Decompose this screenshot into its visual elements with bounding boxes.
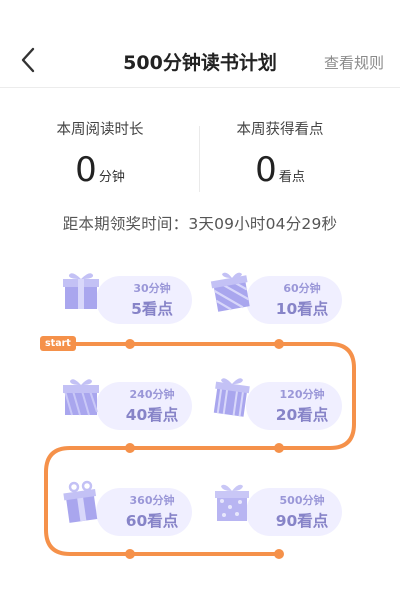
reward-points: 60看点: [125, 512, 179, 530]
reward-minutes: 60分钟: [283, 282, 321, 295]
weekly-points-label: 本周获得看点: [236, 122, 324, 138]
reading-plan-page: 500分钟读书计划 查看规则 本周阅读时长 0 分钟 本周获得看点 0 看点 距…: [0, 0, 400, 600]
weekly-stats: 本周阅读时长 0 分钟 本周获得看点 0 看点: [0, 118, 400, 198]
reward-minutes: 30分钟: [133, 282, 171, 295]
gift-box-icon: [213, 378, 250, 417]
reward-text: 60分钟 10看点: [262, 280, 342, 319]
reward-minutes: 360分钟: [129, 494, 175, 507]
reward-30min[interactable]: 30分钟 5看点: [52, 262, 192, 324]
weekly-reading-label: 本周阅读时长: [56, 122, 144, 138]
reward-240min[interactable]: 240分钟 40看点: [52, 368, 192, 430]
milestone-dot: [125, 549, 135, 559]
milestone-dot: [274, 339, 284, 349]
reward-500min[interactable]: 500分钟 90看点: [202, 474, 342, 536]
reward-minutes: 120分钟: [279, 388, 325, 401]
weekly-reading-time: 本周阅读时长 0 分钟: [0, 118, 200, 187]
reward-points: 10看点: [275, 300, 329, 318]
stats-divider: [199, 126, 200, 192]
reward-text: 240分钟 40看点: [112, 386, 192, 425]
weekly-reading-value-row: 0 分钟: [0, 153, 200, 187]
reward-text: 30分钟 5看点: [112, 280, 192, 319]
reward-text: 360分钟 60看点: [112, 492, 192, 531]
weekly-points-value-row: 0 看点: [180, 153, 380, 187]
reward-points: 90看点: [275, 512, 329, 530]
milestone-dot: [125, 339, 135, 349]
gift-box-icon: [215, 484, 249, 521]
gift-box-icon: [63, 480, 98, 523]
reward-360min[interactable]: 360分钟 60看点: [52, 474, 192, 536]
weekly-points-value: 0: [255, 150, 277, 190]
reward-points: 5看点: [131, 300, 173, 318]
reward-text: 500分钟 90看点: [262, 492, 342, 531]
start-label: start: [40, 336, 76, 351]
reward-points: 20看点: [275, 406, 329, 424]
gift-box-icon: [63, 379, 99, 416]
gift-box-icon: [210, 272, 250, 312]
reward-points: 40看点: [125, 406, 179, 424]
reward-60min[interactable]: 60分钟 10看点: [202, 262, 342, 324]
reward-text: 120分钟 20看点: [262, 386, 342, 425]
weekly-reading-unit: 分钟: [98, 170, 125, 185]
milestone-dot: [274, 549, 284, 559]
reward-minutes: 240分钟: [129, 388, 175, 401]
milestone-dot: [125, 443, 135, 453]
reward-120min[interactable]: 120分钟 20看点: [202, 368, 342, 430]
weekly-points: 本周获得看点 0 看点: [180, 118, 380, 187]
reward-minutes: 500分钟: [279, 494, 325, 507]
header: 500分钟读书计划 查看规则: [0, 0, 400, 88]
reward-countdown: 距本期领奖时间：3天09小时04分29秒: [62, 215, 338, 233]
weekly-points-unit: 看点: [278, 170, 305, 185]
reward-map: start 30分钟 5看点 60分钟 10看点 120分钟 20看点 240分…: [0, 260, 400, 580]
weekly-reading-value: 0: [75, 150, 97, 190]
gift-box-icon: [63, 273, 99, 309]
milestone-dot: [274, 443, 284, 453]
view-rules-link[interactable]: 查看规则: [324, 52, 384, 73]
